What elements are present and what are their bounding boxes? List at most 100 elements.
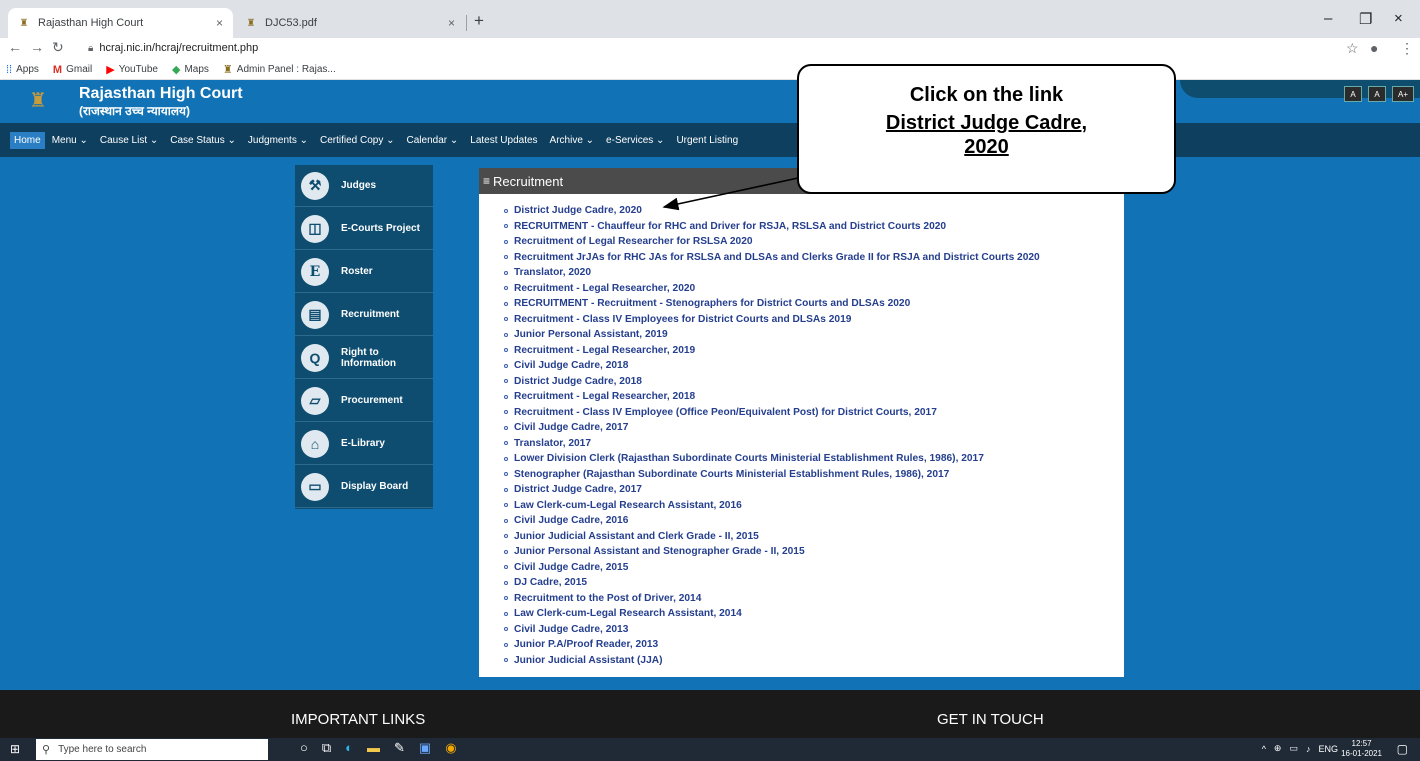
chrome-icon[interactable]: ◉ [445,740,456,756]
nav-urgent-listing[interactable]: Urgent Listing [676,135,738,146]
bookmark-maps[interactable]: ◆ Maps [172,63,209,76]
nav-calendar[interactable]: Calendar ⌄ [407,135,459,146]
menu-kebab-icon[interactable]: ⋮ [1400,40,1414,57]
sidebar-item-rti[interactable]: Q Right to Information [295,337,433,379]
paint-icon[interactable]: ✎ [394,740,405,756]
browser-tab[interactable]: ♜ DJC53.pdf × [235,8,465,38]
minimize-button[interactable]: – [1324,10,1332,27]
bookmark-gmail[interactable]: M Gmail [53,64,92,76]
tab-divider [466,15,467,31]
nav-cause-list[interactable]: Cause List ⌄ [100,135,158,146]
recruitment-link[interactable]: Recruitment JrJAs for RHC JAs for RSLSA … [504,250,1040,266]
sidebar-item-e-library[interactable]: ⌂ E-Library [295,423,433,465]
chevron-up-icon[interactable]: ^ [1262,744,1266,754]
recruitment-link[interactable]: RECRUITMENT - Recruitment - Stenographer… [504,296,1040,312]
recruitment-link[interactable]: Recruitment - Legal Researcher, 2018 [504,389,1040,405]
sidebar-item-e-courts[interactable]: ◫ E-Courts Project [295,208,433,250]
bullet-icon [504,580,508,585]
window-close-button[interactable]: × [1394,10,1403,27]
nav-e-services[interactable]: e-Services ⌄ [606,135,664,146]
recruitment-link[interactable]: Recruitment to the Post of Driver, 2014 [504,591,1040,607]
recruitment-link[interactable]: District Judge Cadre, 2020 [504,203,1040,219]
bullet-icon [504,239,508,244]
recruitment-link[interactable]: Junior Judicial Assistant and Clerk Grad… [504,529,1040,545]
nav-latest-updates[interactable]: Latest Updates [470,135,537,146]
back-arrow-icon[interactable]: ← [8,39,22,55]
battery-icon[interactable]: ▭ [1289,743,1298,754]
recruitment-link[interactable]: Civil Judge Cadre, 2018 [504,358,1040,374]
recruitment-link[interactable]: Law Clerk-cum-Legal Research Assistant, … [504,606,1040,622]
recruitment-link[interactable]: Junior Judicial Assistant (JJA) [504,653,1040,669]
system-clock[interactable]: 12:57 16-01-2021 [1341,739,1382,759]
forward-arrow-icon[interactable]: → [30,39,44,55]
maximize-button[interactable]: ❐ [1359,10,1372,28]
recruitment-link[interactable]: Recruitment - Class IV Employees for Dis… [504,312,1040,328]
recruitment-link[interactable]: Junior P.A/Proof Reader, 2013 [504,637,1040,653]
recruitment-link[interactable]: District Judge Cadre, 2018 [504,374,1040,390]
edge-icon[interactable]: ◐ [345,740,353,756]
network-icon[interactable]: ⊕ [1274,743,1282,754]
recruitment-link[interactable]: Junior Personal Assistant, 2019 [504,327,1040,343]
windows-start-icon[interactable]: ⊞ [10,742,20,756]
taskbar-search-input[interactable]: ⚲ Type here to search [36,739,268,760]
recruitment-link[interactable]: Recruitment - Legal Researcher, 2019 [504,343,1040,359]
address-bar[interactable]: 🔒︎ hcraj.nic.in/hcraj/recruitment.php [88,42,258,54]
recruitment-link[interactable]: District Judge Cadre, 2017 [504,482,1040,498]
recruitment-panel: District Judge Cadre, 2020 RECRUITMENT - … [479,194,1124,677]
close-icon[interactable]: × [216,16,223,30]
profile-avatar-icon[interactable]: ● [1370,40,1378,56]
ecourts-icon: ◫ [301,214,329,243]
nav-case-status[interactable]: Case Status ⌄ [170,135,236,146]
photos-icon[interactable]: ▣ [419,740,431,756]
close-icon[interactable]: × [448,16,455,30]
bookmark-apps[interactable]: ⁞⁞ Apps [6,64,39,76]
nav-menu[interactable]: Menu ⌄ [52,135,88,146]
bookmarks-bar: ⁞⁞ Apps M Gmail ▶ YouTube ◆ Maps ♜ Admin Pane… [0,60,1420,80]
sidebar-item-roster[interactable]: E Roster [295,251,433,293]
recruitment-link[interactable]: Stenographer (Rajasthan Subordinate Cour… [504,467,1040,483]
sidebar-item-display-board[interactable]: ▭ Display Board [295,466,433,508]
file-explorer-icon[interactable]: ▬ [367,740,380,756]
recruitment-link-text: Junior Personal Assistant and Stenograph… [514,546,805,558]
recruitment-link[interactable]: RECRUITMENT - Chauffeur for RHC and Driv… [504,219,1040,235]
sidebar-item-recruitment[interactable]: ▤ Recruitment [295,294,433,336]
font-decrease-button[interactable]: A [1344,86,1362,102]
sidebar-item-procurement[interactable]: ▱ Procurement [295,380,433,422]
nav-home[interactable]: Home [10,131,45,149]
court-emblem-icon[interactable]: ♜ [27,84,49,116]
new-tab-button[interactable]: + [474,11,484,31]
cortana-icon[interactable]: ○ [300,740,308,756]
reload-icon[interactable]: ↻ [52,39,64,56]
browser-tab-active[interactable]: ♜ Rajasthan High Court × [8,8,233,38]
bookmark-admin-panel[interactable]: ♜ Admin Panel : Rajas... [223,63,336,76]
bullet-icon [504,627,508,632]
notification-icon[interactable]: ▢ [1397,742,1408,756]
nav-certified-copy[interactable]: Certified Copy ⌄ [320,135,395,146]
bookmark-youtube[interactable]: ▶ YouTube [106,63,158,76]
bullet-icon [504,518,508,523]
site-title[interactable]: Rajasthan High Court [79,85,243,103]
recruitment-link[interactable]: Lower Division Clerk (Rajasthan Subordin… [504,451,1040,467]
recruitment-link[interactable]: Civil Judge Cadre, 2016 [504,513,1040,529]
font-normal-button[interactable]: A [1368,86,1386,102]
recruitment-link[interactable]: Law Clerk-cum-Legal Research Assistant, … [504,498,1040,514]
language-indicator[interactable]: ENG [1318,744,1338,754]
recruitment-link[interactable]: Civil Judge Cadre, 2013 [504,622,1040,638]
recruitment-link[interactable]: Recruitment - Legal Researcher, 2020 [504,281,1040,297]
nav-archive[interactable]: Archive ⌄ [550,135,595,146]
nav-judgments[interactable]: Judgments ⌄ [248,135,308,146]
recruitment-link[interactable]: DJ Cadre, 2015 [504,575,1040,591]
recruitment-link[interactable]: Civil Judge Cadre, 2015 [504,560,1040,576]
recruitment-link[interactable]: Translator, 2017 [504,436,1040,452]
recruitment-link[interactable]: Recruitment of Legal Researcher for RSLS… [504,234,1040,250]
recruitment-link[interactable]: Junior Personal Assistant and Stenograph… [504,544,1040,560]
sidebar-item-judges[interactable]: ⚒ Judges [295,165,433,207]
bookmark-star-icon[interactable]: ☆ [1346,40,1359,57]
recruitment-link[interactable]: Recruitment - Class IV Employee (Office … [504,405,1040,421]
font-increase-button[interactable]: A+ [1392,86,1414,102]
volume-icon[interactable]: ♪ [1306,744,1311,754]
task-view-icon[interactable]: ⧉ [322,740,331,756]
recruitment-link[interactable]: Translator, 2020 [504,265,1040,281]
bullet-icon [504,658,508,663]
recruitment-link[interactable]: Civil Judge Cadre, 2017 [504,420,1040,436]
